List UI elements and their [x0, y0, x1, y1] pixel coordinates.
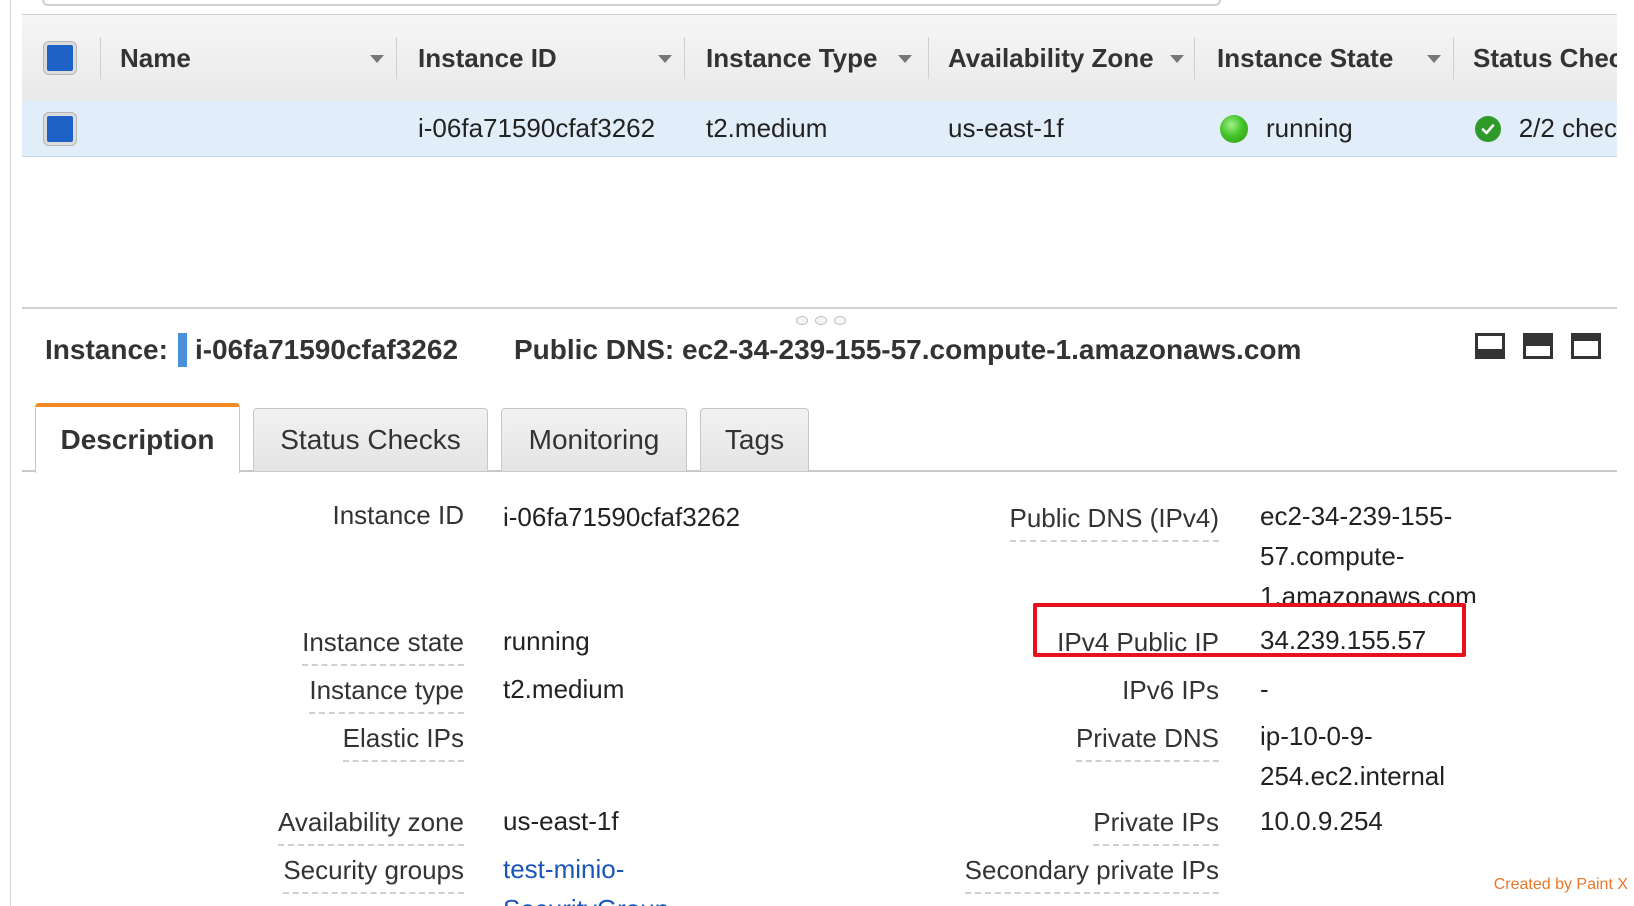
security-group-link[interactable]: test-minio- SecurityGroup: [503, 849, 669, 906]
watermark: Created by Paint X: [1493, 876, 1628, 893]
label-instance-id: Instance ID: [332, 500, 464, 530]
tab-description[interactable]: Description: [35, 403, 240, 473]
value-public-dns-line2: 57.compute-: [1260, 541, 1405, 571]
value-public-dns-line1: ec2-34-239-155-: [1260, 501, 1453, 531]
value-private-dns-line2: 254.ec2.internal: [1260, 761, 1446, 791]
column-header-instance-state[interactable]: Instance State: [1217, 15, 1453, 101]
column-header-availability-zone[interactable]: Availability Zone: [948, 15, 1194, 101]
row-instance-type-cell: t2.medium: [706, 113, 828, 143]
column-header-label: Instance State: [1217, 42, 1394, 73]
splitter-grip-icon[interactable]: [834, 316, 846, 325]
column-header-label: Instance Type: [706, 42, 878, 73]
splitter-grip-icon[interactable]: [796, 316, 808, 325]
value-instance-state: running: [503, 626, 590, 656]
security-group-link-line2[interactable]: SecurityGroup: [503, 889, 669, 906]
column-separator: [1453, 37, 1454, 79]
tab-monitoring[interactable]: Monitoring: [501, 408, 687, 471]
value-private-ips: 10.0.9.254: [1260, 806, 1383, 836]
label-instance-type: Instance type: [309, 675, 464, 714]
label-private-dns: Private DNS: [1075, 723, 1219, 762]
label-public-dns-ipv4: Public DNS (IPv4): [1009, 503, 1219, 542]
instance-title-label: Instance:: [45, 334, 168, 365]
table-row[interactable]: i-06fa71590cfaf3262 t2.medium us-east-1f…: [22, 101, 1617, 157]
pane-splitter[interactable]: [22, 307, 1617, 309]
column-header-label: Status Chec: [1473, 42, 1617, 73]
value-private-dns: ip-10-0-9- 254.ec2.internal: [1260, 716, 1445, 796]
label-security-groups: Security groups: [283, 855, 464, 894]
layout-top-icon[interactable]: [1571, 333, 1601, 359]
column-header-instance-type[interactable]: Instance Type: [706, 15, 928, 101]
label-secondary-private-ips: Secondary private IPs: [964, 855, 1219, 894]
security-group-link-line1[interactable]: test-minio-: [503, 849, 669, 889]
splitter-grip-icon[interactable]: [815, 316, 827, 325]
value-instance-id: i-06fa71590cfaf3262: [503, 502, 741, 532]
value-public-dns-line3: 1.amazonaws.com: [1260, 581, 1477, 603]
column-separator: [684, 37, 685, 79]
select-all-checkbox[interactable]: [44, 42, 76, 74]
filter-search-box[interactable]: [42, 0, 1221, 6]
sort-caret-icon[interactable]: [1170, 55, 1184, 63]
row-status-checks-cell: 2/2 chec: [1475, 101, 1617, 156]
label-instance-state: Instance state: [302, 627, 464, 666]
tab-status-checks[interactable]: Status Checks: [253, 408, 488, 471]
instance-state-text: running: [1266, 113, 1353, 143]
value-instance-type: t2.medium: [503, 674, 625, 704]
column-header-label: Availability Zone: [948, 42, 1154, 73]
row-availability-zone-cell: us-east-1f: [948, 113, 1064, 143]
public-dns-title-label: Public DNS:: [514, 334, 675, 365]
tab-tags[interactable]: Tags: [700, 408, 809, 471]
value-availability-zone: us-east-1f: [503, 806, 619, 836]
left-border: [10, 0, 11, 906]
value-private-dns-line1: ip-10-0-9-: [1260, 721, 1373, 751]
instance-marker-icon: [177, 333, 187, 367]
layout-split-icon[interactable]: [1523, 333, 1553, 359]
column-separator: [928, 37, 929, 79]
column-separator: [100, 37, 101, 79]
label-availability-zone: Availability zone: [278, 807, 464, 846]
instances-grid-header: Name Instance ID Instance Type Availabil…: [22, 14, 1617, 102]
public-dns-title: Public DNS: ec2-34-239-155-57.compute-1.…: [514, 330, 1301, 370]
column-separator: [396, 37, 397, 79]
value-public-dns-ipv4: ec2-34-239-155- 57.compute- 1.amazonaws.…: [1260, 496, 1477, 603]
column-separator: [1194, 37, 1195, 79]
checkmark-icon: [1475, 115, 1501, 142]
column-header-instance-id[interactable]: Instance ID: [418, 15, 684, 101]
highlight-annotation-box: [1033, 603, 1466, 657]
sort-caret-icon[interactable]: [898, 55, 912, 63]
column-header-name[interactable]: Name: [120, 15, 396, 101]
label-private-ips: Private IPs: [1093, 807, 1219, 846]
status-checks-text: 2/2 chec: [1518, 113, 1617, 143]
layout-bottom-icon[interactable]: [1475, 333, 1505, 359]
row-checkbox[interactable]: [44, 113, 76, 145]
sort-caret-icon[interactable]: [370, 55, 384, 63]
value-ipv6-ips: -: [1260, 674, 1269, 704]
row-instance-state-cell: running: [1220, 101, 1353, 156]
column-header-label: Name: [120, 42, 191, 73]
sort-caret-icon[interactable]: [1427, 55, 1441, 63]
running-status-icon: [1220, 114, 1248, 143]
column-header-label: Instance ID: [418, 42, 557, 73]
column-header-status-checks[interactable]: Status Chec: [1473, 15, 1617, 101]
row-instance-id-cell: i-06fa71590cfaf3262: [418, 113, 656, 143]
instance-title-id: i-06fa71590cfaf3262: [194, 334, 459, 365]
label-ipv6-ips: IPv6 IPs: [1122, 675, 1219, 705]
sort-caret-icon[interactable]: [658, 55, 672, 63]
public-dns-title-value: ec2-34-239-155-57.compute-1.amazonaws.co…: [682, 334, 1302, 365]
instance-title: Instance: i-06fa71590cfaf3262: [45, 330, 458, 370]
label-elastic-ips: Elastic IPs: [342, 723, 464, 762]
